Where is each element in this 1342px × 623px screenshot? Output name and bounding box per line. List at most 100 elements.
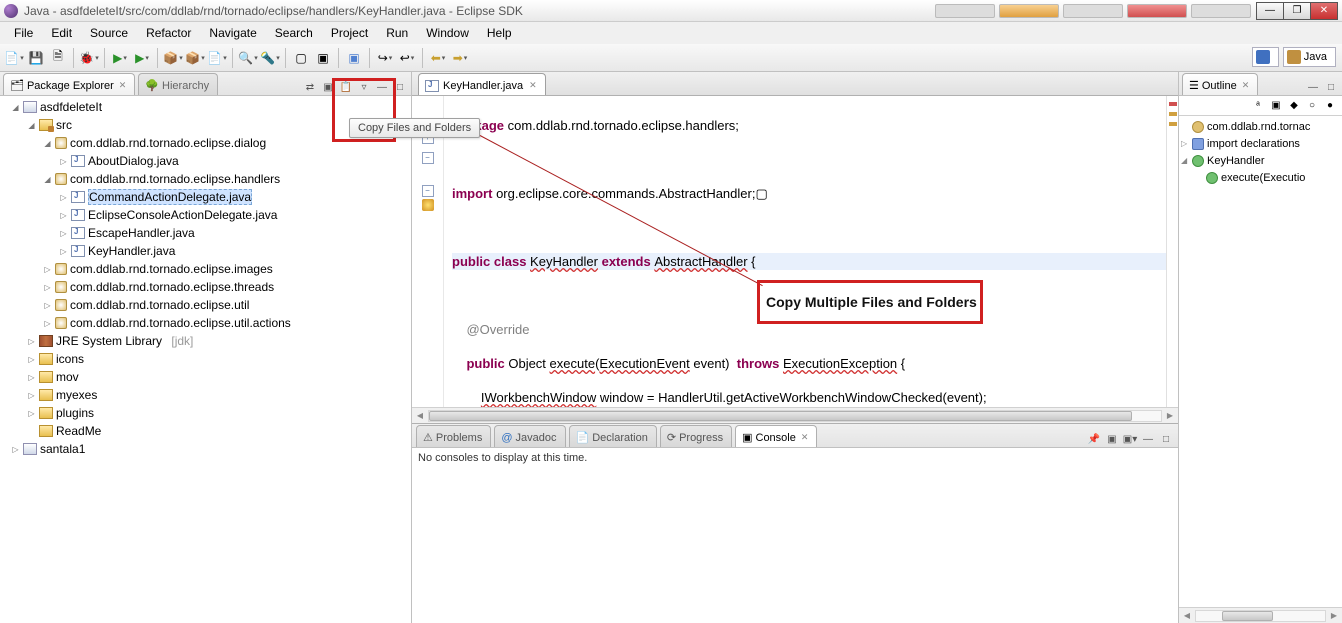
open-perspective-button[interactable] [1252, 47, 1279, 67]
tree-label[interactable]: com.ddlab.rnd.tornado.eclipse.util [70, 298, 249, 312]
minimize-button[interactable]: — [1256, 2, 1284, 20]
bg-tab[interactable] [1191, 4, 1251, 18]
tree-label[interactable]: asdfdeleteIt [40, 100, 102, 114]
code-area[interactable]: package com.ddlab.rnd.tornado.eclipse.ha… [444, 96, 1178, 407]
menu-window[interactable]: Window [418, 24, 477, 42]
menu-project[interactable]: Project [323, 24, 376, 42]
maximize-view-button[interactable]: □ [392, 79, 408, 95]
new-button[interactable]: 📄 [4, 48, 24, 68]
view-menu-button[interactable]: ▿ [356, 79, 372, 95]
back-button[interactable]: ⬅ [428, 48, 448, 68]
menu-run[interactable]: Run [378, 24, 416, 42]
debug-button[interactable]: 🐞 [79, 48, 99, 68]
tab-problems[interactable]: ⚠Problems [416, 425, 491, 447]
menu-navigate[interactable]: Navigate [201, 24, 264, 42]
hide-local-button[interactable]: ● [1322, 98, 1338, 114]
tree-label-selected[interactable]: CommandActionDelegate.java [88, 189, 252, 205]
bg-tab[interactable] [1063, 4, 1123, 18]
tree-label[interactable]: mov [56, 370, 79, 384]
tab-package-explorer[interactable]: 🗂Package Explorer✕ [3, 73, 135, 95]
new-type-button[interactable]: 📄 [207, 48, 227, 68]
collapse-all-button[interactable]: ▣ [320, 79, 336, 95]
copy-files-folders-button[interactable]: 📋 [338, 79, 354, 95]
tree-label[interactable]: santala1 [40, 442, 85, 456]
toggle-block-button[interactable]: ▣ [313, 48, 333, 68]
hide-static-button[interactable]: ◆ [1286, 98, 1302, 114]
tree-label[interactable]: com.ddlab.rnd.tornado.eclipse.util.actio… [70, 316, 291, 330]
package-explorer-tree[interactable]: ◢asdfdeleteIt ◢src ◢com.ddlab.rnd.tornad… [0, 96, 411, 623]
run-last-button[interactable]: ▶ [132, 48, 152, 68]
save-button[interactable]: 💾 [26, 48, 46, 68]
hide-nonpublic-button[interactable]: ○ [1304, 98, 1320, 114]
tab-progress[interactable]: ⟳Progress [660, 425, 732, 447]
tree-label[interactable]: EclipseConsoleActionDelegate.java [88, 208, 277, 222]
minimize-view-button[interactable]: — [374, 79, 390, 95]
code-editor[interactable]: + − − package com.ddlab.rnd.tornado.ecli… [412, 96, 1178, 407]
bg-tab[interactable] [935, 4, 995, 18]
tree-label[interactable]: AboutDialog.java [88, 154, 179, 168]
hide-fields-button[interactable]: ▣ [1268, 98, 1284, 114]
tree-label[interactable]: icons [56, 352, 84, 366]
pin-console-button[interactable]: 📌 [1086, 431, 1102, 447]
new-class-button[interactable]: 📦 [185, 48, 205, 68]
close-icon[interactable]: ✕ [529, 80, 537, 91]
tree-label[interactable]: myexes [56, 388, 97, 402]
tab-javadoc[interactable]: @Javadoc [494, 425, 565, 447]
display-console-button[interactable]: ▣ [1104, 431, 1120, 447]
outline-hscrollbar[interactable]: ◀▶ [1179, 607, 1342, 623]
editor-gutter[interactable]: + − − [412, 96, 444, 407]
close-icon[interactable]: ✕ [1242, 80, 1250, 91]
tree-label[interactable]: com.ddlab.rnd.tornado.eclipse.handlers [70, 172, 280, 186]
fold-collapse-icon[interactable]: − [422, 185, 434, 197]
pin-editor-button[interactable]: ▣ [344, 48, 364, 68]
close-icon[interactable]: ✕ [119, 80, 127, 91]
warning-icon[interactable] [422, 199, 434, 211]
next-annotation-button[interactable]: ↪ [375, 48, 395, 68]
save-all-button[interactable]: 🗎 [48, 48, 68, 68]
tree-label[interactable]: plugins [56, 406, 94, 420]
tab-console[interactable]: ▣Console✕ [735, 425, 817, 447]
outline-tree[interactable]: com.ddlab.rnd.tornac ▷import declaration… [1179, 116, 1342, 364]
menu-source[interactable]: Source [82, 24, 136, 42]
sort-button[interactable]: ᵃ [1250, 98, 1266, 114]
close-icon[interactable]: ✕ [801, 432, 809, 443]
run-button[interactable]: ▶ [110, 48, 130, 68]
tab-hierarchy[interactable]: 🌳Hierarchy [138, 73, 218, 95]
maximize-view-button[interactable]: □ [1158, 431, 1174, 447]
maximize-button[interactable]: ❐ [1283, 2, 1311, 20]
tree-label[interactable]: com.ddlab.rnd.tornado.eclipse.dialog [70, 136, 266, 150]
menu-edit[interactable]: Edit [43, 24, 80, 42]
bg-tab[interactable] [999, 4, 1059, 18]
fold-collapse-icon[interactable]: − [422, 152, 434, 164]
maximize-view-button[interactable]: □ [1323, 79, 1339, 95]
outline-label[interactable]: KeyHandler [1207, 155, 1264, 167]
menu-refactor[interactable]: Refactor [138, 24, 199, 42]
editor-tab-keyhandler[interactable]: KeyHandler.java✕ [418, 73, 546, 95]
close-button[interactable]: ✕ [1310, 2, 1338, 20]
tab-declaration[interactable]: 📄Declaration [569, 425, 657, 447]
menu-file[interactable]: File [6, 24, 41, 42]
editor-hscrollbar[interactable]: ◀▶ [412, 407, 1178, 423]
forward-button[interactable]: ➡ [450, 48, 470, 68]
java-perspective-button[interactable]: Java [1283, 47, 1336, 67]
tree-label[interactable]: com.ddlab.rnd.tornado.eclipse.threads [70, 280, 274, 294]
tree-label[interactable]: src [56, 118, 72, 132]
tree-label[interactable]: JRE System Library [56, 334, 162, 348]
outline-label[interactable]: import declarations [1207, 138, 1300, 150]
tab-outline[interactable]: ☰Outline✕ [1182, 73, 1258, 95]
link-with-editor-button[interactable]: ⇄ [302, 79, 318, 95]
toggle-mark-button[interactable]: ▢ [291, 48, 311, 68]
outline-label[interactable]: execute(Executio [1221, 172, 1305, 184]
outline-label[interactable]: com.ddlab.rnd.tornac [1207, 121, 1310, 133]
prev-annotation-button[interactable]: ↩ [397, 48, 417, 68]
open-console-dropdown[interactable]: ▣▾ [1122, 431, 1138, 447]
tree-label[interactable]: com.ddlab.rnd.tornado.eclipse.images [70, 262, 273, 276]
minimize-view-button[interactable]: — [1305, 79, 1321, 95]
open-type-button[interactable]: 🔍 [238, 48, 258, 68]
minimize-view-button[interactable]: — [1140, 431, 1156, 447]
tree-label[interactable]: KeyHandler.java [88, 244, 175, 258]
bg-tab[interactable] [1127, 4, 1187, 18]
overview-ruler[interactable] [1166, 96, 1178, 407]
tree-label[interactable]: ReadMe [56, 424, 101, 438]
tree-label[interactable]: EscapeHandler.java [88, 226, 195, 240]
